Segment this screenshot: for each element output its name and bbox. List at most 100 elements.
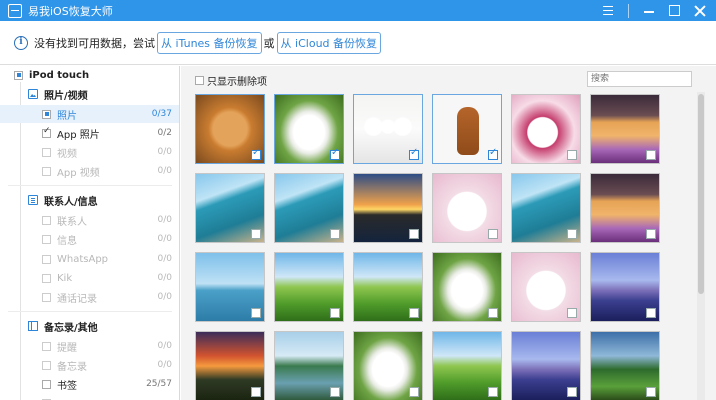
photo-thumbnail[interactable] (353, 173, 423, 243)
sidebar-item-reminders[interactable]: 提醒 0/0 (0, 337, 179, 355)
sidebar-item-more[interactable] (0, 394, 179, 400)
photo-checkbox[interactable] (567, 150, 577, 160)
sidebar-item-label: WhatsApp (57, 253, 109, 265)
photo-checkbox[interactable] (251, 308, 261, 318)
item-checkbox[interactable] (42, 292, 51, 302)
maximize-icon[interactable] (669, 5, 680, 16)
photo-checkbox[interactable] (567, 308, 577, 318)
sidebar-item-app-photos[interactable]: App 照片 0/2 (0, 124, 179, 142)
photo-thumbnail[interactable] (432, 331, 502, 400)
sidebar-item-label: 视频 (57, 148, 77, 160)
item-count: 0/37 (151, 109, 172, 119)
photo-checkbox[interactable] (488, 229, 498, 239)
sidebar-item-whatsapp[interactable]: WhatsApp 0/0 (0, 250, 179, 268)
item-count: 0/0 (157, 273, 172, 283)
photo-checkbox[interactable] (567, 387, 577, 397)
show-deleted-label: 只显示删除项 (207, 77, 267, 88)
photo-thumbnail[interactable] (511, 94, 581, 164)
photo-checkbox[interactable] (409, 308, 419, 318)
sidebar-item-contacts[interactable]: 联系人 0/0 (0, 211, 179, 229)
photo-thumbnail[interactable] (353, 252, 423, 322)
sidebar-item-call-history[interactable]: 通话记录 0/0 (0, 288, 179, 306)
photo-checkbox[interactable] (567, 229, 577, 239)
photo-thumbnail[interactable] (511, 173, 581, 243)
photo-thumbnail[interactable] (274, 173, 344, 243)
photo-checkbox[interactable] (251, 147, 261, 160)
photo-checkbox[interactable] (646, 150, 656, 160)
photo-thumbnail[interactable] (274, 252, 344, 322)
section-photos-videos[interactable]: 照片/视频 (0, 85, 179, 103)
photo-checkbox[interactable] (251, 229, 261, 239)
photo-checkbox[interactable] (488, 308, 498, 318)
photo-checkbox[interactable] (330, 387, 340, 397)
photo-panel: 只显示删除项 (181, 66, 716, 400)
device-checkbox[interactable] (14, 70, 23, 80)
section-contacts-messages[interactable]: 联系人/信息 (0, 191, 179, 209)
photo-checkbox[interactable] (646, 308, 656, 318)
item-count: 0/0 (157, 360, 172, 370)
photo-checkbox[interactable] (409, 147, 419, 160)
photo-thumbnail[interactable] (511, 252, 581, 322)
item-checkbox[interactable] (42, 254, 51, 264)
photo-checkbox[interactable] (488, 387, 498, 397)
window-title: 易我iOS恢复大师 (28, 4, 113, 18)
photo-checkbox[interactable] (488, 147, 498, 160)
photo-thumbnail[interactable] (353, 331, 423, 400)
photo-checkbox[interactable] (330, 308, 340, 318)
item-checkbox[interactable] (42, 215, 51, 225)
photo-thumbnail[interactable] (195, 94, 265, 164)
restore-from-itunes-button[interactable]: 从 iTunes 备份恢复 (157, 31, 262, 54)
photo-thumbnail[interactable] (353, 94, 423, 164)
restore-from-icloud-button[interactable]: 从 iCloud 备份恢复 (276, 31, 382, 54)
photo-thumbnail[interactable] (274, 331, 344, 400)
category-sidebar: iPod touch 照片/视频 照片 0/37 App 照片 0/2 视频 0… (0, 66, 180, 400)
photo-thumbnail[interactable] (590, 331, 660, 400)
photo-thumbnail[interactable] (590, 173, 660, 243)
close-icon[interactable] (694, 5, 706, 17)
item-checkbox[interactable] (42, 379, 51, 389)
item-checkbox[interactable] (42, 273, 51, 283)
sidebar-item-messages[interactable]: 信息 0/0 (0, 230, 179, 248)
search-input[interactable] (587, 71, 692, 87)
item-checkbox[interactable] (42, 126, 51, 138)
scrollbar-thumb[interactable] (698, 94, 704, 294)
photo-thumbnail[interactable] (195, 173, 265, 243)
photo-thumbnail[interactable] (511, 331, 581, 400)
menu-icon[interactable] (602, 5, 614, 17)
item-checkbox[interactable] (42, 109, 51, 119)
photo-thumbnail[interactable] (274, 94, 344, 164)
item-checkbox[interactable] (42, 147, 51, 157)
sidebar-item-kik[interactable]: Kik 0/0 (0, 269, 179, 287)
photo-checkbox[interactable] (330, 147, 340, 160)
photo-checkbox[interactable] (646, 229, 656, 239)
photo-thumbnail[interactable] (590, 94, 660, 164)
photo-checkbox[interactable] (409, 387, 419, 397)
photo-thumbnail[interactable] (432, 94, 502, 164)
sidebar-item-bookmarks[interactable]: 书签 25/57 (0, 375, 179, 393)
device-node[interactable]: iPod touch (0, 66, 179, 84)
minimize-icon[interactable] (643, 5, 655, 17)
photo-checkbox[interactable] (251, 387, 261, 397)
item-checkbox[interactable] (42, 234, 51, 244)
photo-checkbox[interactable] (646, 387, 656, 397)
item-checkbox[interactable] (42, 341, 51, 351)
photo-thumbnail[interactable] (432, 252, 502, 322)
photo-checkbox[interactable] (409, 229, 419, 239)
item-checkbox[interactable] (42, 166, 51, 176)
photo-thumbnail[interactable] (432, 173, 502, 243)
photo-thumbnail[interactable] (590, 252, 660, 322)
show-deleted-only-toggle[interactable]: 只显示删除项 (195, 73, 267, 88)
vertical-scrollbar[interactable] (697, 92, 705, 400)
sidebar-item-videos[interactable]: 视频 0/0 (0, 143, 179, 161)
section-notes-other[interactable]: 备忘录/其他 (0, 317, 179, 335)
photo-checkbox[interactable] (330, 229, 340, 239)
photo-thumbnail[interactable] (195, 252, 265, 322)
sidebar-item-photos[interactable]: 照片 0/37 (0, 105, 179, 123)
item-count: 0/0 (157, 341, 172, 351)
sidebar-item-app-videos[interactable]: App 视频 0/0 (0, 162, 179, 180)
show-deleted-checkbox[interactable] (195, 76, 204, 85)
item-checkbox[interactable] (42, 360, 51, 370)
sidebar-item-notes[interactable]: 备忘录 0/0 (0, 356, 179, 374)
info-text: 没有找到可用数据，尝试 (34, 36, 155, 50)
photo-thumbnail[interactable] (195, 331, 265, 400)
